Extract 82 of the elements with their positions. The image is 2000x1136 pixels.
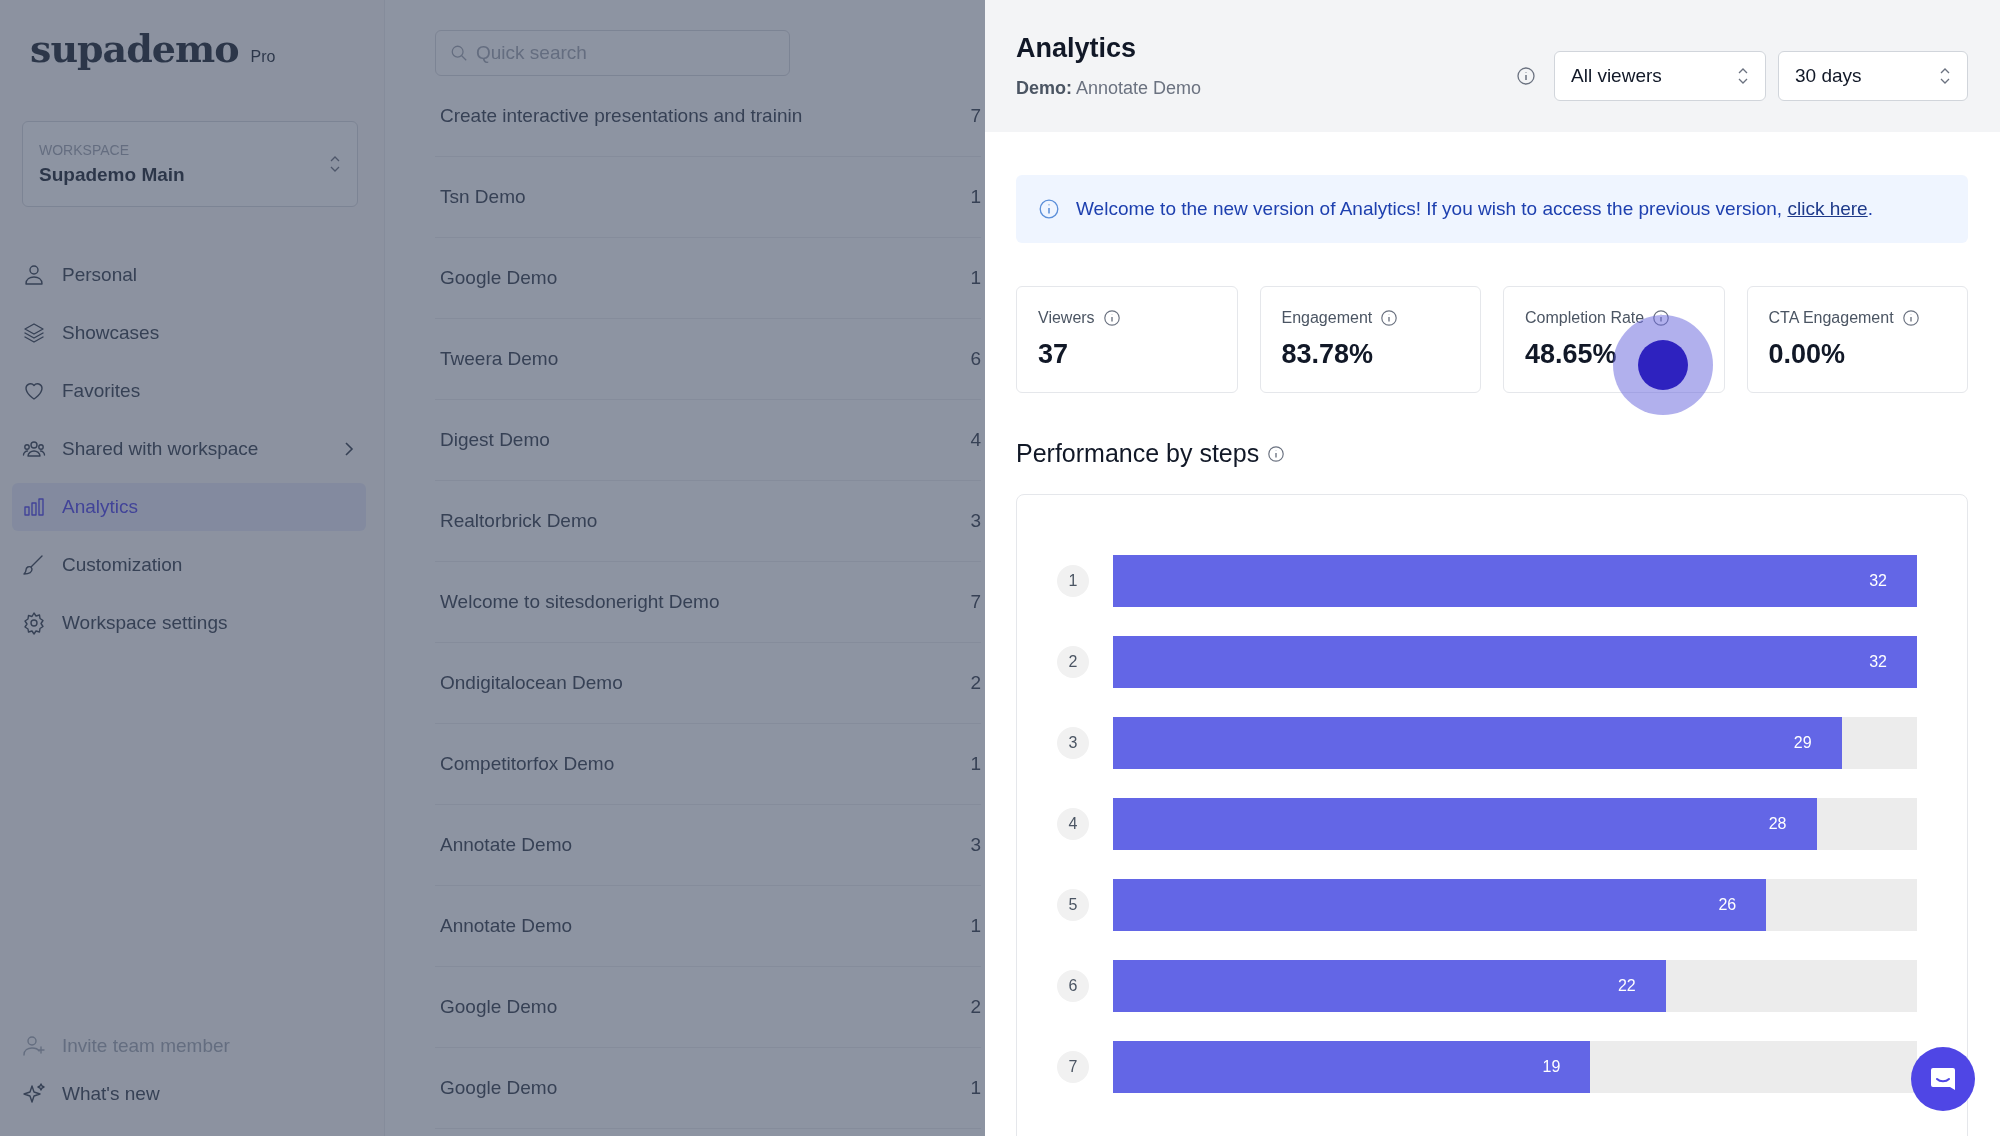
table-cell: 1	[970, 1077, 981, 1099]
step-number: 4	[1057, 808, 1089, 840]
table-cell: 7	[970, 105, 981, 127]
nav-item[interactable]: Favorites	[12, 367, 366, 415]
nav-item[interactable]: Shared with workspace	[12, 425, 366, 473]
metric-label: CTA Engagement	[1768, 309, 1894, 327]
bar-value: 22	[1617, 977, 1636, 995]
metric-label: Engagement	[1281, 309, 1373, 327]
updown-icon	[1737, 66, 1749, 86]
step-number: 2	[1057, 646, 1089, 678]
search-icon	[450, 44, 468, 62]
metric-value: 83.78%	[1281, 339, 1375, 370]
table-cell: 1	[970, 186, 981, 208]
metric-label: Viewers	[1038, 309, 1095, 327]
click-here-link[interactable]: click here	[1787, 198, 1868, 219]
step-number: 1	[1057, 565, 1089, 597]
demo-title[interactable]: Annotate Demo	[440, 834, 573, 856]
info-icon[interactable]	[1380, 309, 1399, 327]
step-number: 6	[1057, 970, 1089, 1002]
updown-icon	[329, 154, 341, 174]
demo-title[interactable]: Google Demo	[440, 996, 558, 1018]
step-number: 5	[1057, 889, 1089, 921]
demo-title[interactable]: Competitorfox Demo	[440, 753, 615, 775]
table-cell: 7	[970, 591, 981, 613]
demo-title[interactable]: Tsn Demo	[440, 186, 526, 208]
bar-value: 28	[1768, 815, 1787, 833]
demo-title[interactable]: Welcome to sitesdoneright Demo	[440, 591, 720, 613]
chevron-right-icon	[344, 441, 354, 457]
demo-title[interactable]: Realtorbrick Demo	[440, 510, 598, 532]
nav-item[interactable]: Customization	[12, 541, 366, 589]
logo: supademo	[30, 26, 239, 71]
bar-value: 32	[1869, 653, 1887, 671]
info-icon	[1038, 198, 1060, 220]
bar-value: 19	[1542, 1058, 1561, 1076]
table-cell: 1	[970, 753, 981, 775]
chart-icon	[22, 495, 46, 519]
step-number: 7	[1057, 1051, 1089, 1083]
metric-value: 48.65%	[1525, 339, 1618, 370]
banner-message: Welcome to the new version of Analytics! If you wish to access the previous version, click here.	[1076, 198, 1873, 220]
nav-item[interactable]: Analytics	[12, 483, 366, 531]
table-cell: 2	[970, 996, 981, 1018]
bar-value: 29	[1793, 734, 1812, 752]
info-icon[interactable]	[1102, 309, 1121, 327]
nav-item[interactable]: Showcases	[12, 309, 366, 357]
demo-subtitle: Demo: Annotate Demo	[1016, 78, 1202, 99]
table-cell: 6	[970, 348, 981, 370]
bar-value: 32	[1869, 572, 1887, 590]
layers-icon	[22, 321, 46, 345]
panel-title: Analytics	[1016, 33, 1138, 64]
metric-value: 37	[1038, 339, 1070, 370]
demo-title[interactable]: Digest Demo	[440, 429, 550, 451]
info-icon[interactable]	[1516, 66, 1536, 86]
demo-title[interactable]: Google Demo	[440, 1077, 558, 1099]
table-cell: 4	[970, 429, 981, 451]
plan-label: Pro	[250, 48, 276, 66]
info-icon[interactable]	[1901, 309, 1920, 327]
footer-link[interactable]: What's new	[12, 1070, 366, 1118]
table-cell: 3	[970, 510, 981, 532]
person-plus-icon	[22, 1034, 46, 1058]
demo-title[interactable]: Ondigitalocean Demo	[440, 672, 623, 694]
metric-value: 0.00%	[1768, 339, 1847, 370]
filter-select[interactable]: All viewers	[1554, 51, 1766, 101]
demo-title[interactable]: Create interactive presentations and trainin	[440, 105, 803, 127]
demo-title[interactable]: Google Demo	[440, 267, 558, 289]
table-cell: 1	[970, 915, 981, 937]
info-icon[interactable]	[1267, 444, 1286, 463]
updown-icon	[1939, 66, 1951, 86]
table-cell: 2	[970, 672, 981, 694]
metric-label: Completion Rate	[1525, 309, 1645, 327]
person-icon	[22, 263, 46, 287]
bar-value: 26	[1718, 896, 1737, 914]
info-icon[interactable]	[1652, 309, 1671, 327]
step-number: 3	[1057, 727, 1089, 759]
demo-title[interactable]: Tweera Demo	[440, 348, 559, 370]
filter-select[interactable]: 30 days	[1778, 51, 1968, 101]
demo-title[interactable]: Annotate Demo	[440, 915, 573, 937]
nav-item[interactable]: Personal	[12, 251, 366, 299]
gear-icon	[22, 611, 46, 635]
nav-item[interactable]: Workspace settings	[12, 599, 366, 647]
section-title: Performance by steps	[1016, 439, 1260, 468]
table-cell: 3	[970, 834, 981, 856]
table-cell: 1	[970, 267, 981, 289]
